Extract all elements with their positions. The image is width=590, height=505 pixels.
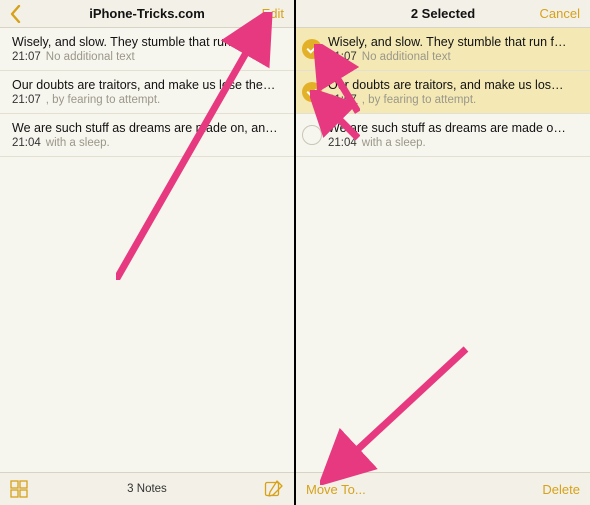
note-snippet: with a sleep. bbox=[46, 137, 110, 149]
checkmark-icon[interactable] bbox=[302, 39, 322, 59]
navbar-right: 2 Selected Cancel bbox=[296, 0, 590, 28]
note-snippet: , by fearing to attempt. bbox=[362, 94, 476, 106]
note-meta: 21:07 No additional text bbox=[328, 51, 580, 63]
note-meta: 21:07 , by fearing to attempt. bbox=[12, 94, 284, 106]
note-meta: 21:07 , by fearing to attempt. bbox=[328, 94, 580, 106]
note-title: We are such stuff as dreams are made o… bbox=[328, 121, 580, 135]
note-time: 21:07 bbox=[328, 51, 357, 63]
compose-icon[interactable] bbox=[264, 479, 284, 499]
note-meta: 21:04 with a sleep. bbox=[328, 137, 580, 149]
note-row-selectable[interactable]: Our doubts are traitors, and make us los… bbox=[296, 71, 590, 114]
note-title: Wisely, and slow. They stumble that run … bbox=[12, 35, 284, 49]
note-snippet: No additional text bbox=[362, 51, 451, 63]
grid-view-icon[interactable] bbox=[10, 480, 28, 498]
pane-notes-list: iPhone-Tricks.com Edit Wisely, and slow.… bbox=[0, 0, 294, 505]
note-row[interactable]: Our doubts are traitors, and make us los… bbox=[0, 71, 294, 114]
back-button[interactable] bbox=[10, 5, 66, 23]
delete-button[interactable]: Delete bbox=[542, 482, 580, 497]
note-title: Wisely, and slow. They stumble that run … bbox=[328, 35, 580, 49]
page-title: iPhone-Tricks.com bbox=[66, 6, 228, 21]
note-meta: 21:04 with a sleep. bbox=[12, 137, 284, 149]
note-row-selectable[interactable]: We are such stuff as dreams are made o… … bbox=[296, 114, 590, 157]
chevron-left-icon bbox=[10, 5, 21, 23]
toolbar-right: Move To... Delete bbox=[296, 472, 590, 505]
pane-edit-mode: 2 Selected Cancel Wisely, and slow. They… bbox=[296, 0, 590, 505]
note-time: 21:07 bbox=[12, 94, 41, 106]
move-to-button[interactable]: Move To... bbox=[306, 482, 366, 497]
note-time: 21:04 bbox=[12, 137, 41, 149]
note-title: Our doubts are traitors, and make us los… bbox=[12, 78, 284, 92]
note-title: Our doubts are traitors, and make us los… bbox=[328, 78, 580, 92]
checkmark-icon[interactable] bbox=[302, 82, 322, 102]
selection-count-title: 2 Selected bbox=[362, 6, 524, 21]
edit-button[interactable]: Edit bbox=[228, 6, 284, 21]
navbar-left: iPhone-Tricks.com Edit bbox=[0, 0, 294, 28]
note-snippet: with a sleep. bbox=[362, 137, 426, 149]
cancel-button[interactable]: Cancel bbox=[524, 6, 580, 21]
note-title: We are such stuff as dreams are made on,… bbox=[12, 121, 284, 135]
toolbar-left: 3 Notes bbox=[0, 472, 294, 505]
note-meta: 21:07 No additional text bbox=[12, 51, 284, 63]
note-snippet: No additional text bbox=[46, 51, 135, 63]
note-time: 21:07 bbox=[12, 51, 41, 63]
notes-list: Wisely, and slow. They stumble that run … bbox=[0, 28, 294, 472]
note-row[interactable]: Wisely, and slow. They stumble that run … bbox=[0, 28, 294, 71]
note-row-selectable[interactable]: Wisely, and slow. They stumble that run … bbox=[296, 28, 590, 71]
notes-count: 3 Notes bbox=[80, 483, 214, 495]
notes-list-edit: Wisely, and slow. They stumble that run … bbox=[296, 28, 590, 472]
note-time: 21:07 bbox=[328, 94, 357, 106]
note-snippet: , by fearing to attempt. bbox=[46, 94, 160, 106]
note-time: 21:04 bbox=[328, 137, 357, 149]
note-row[interactable]: We are such stuff as dreams are made on,… bbox=[0, 114, 294, 157]
circle-unchecked-icon[interactable] bbox=[302, 125, 322, 145]
